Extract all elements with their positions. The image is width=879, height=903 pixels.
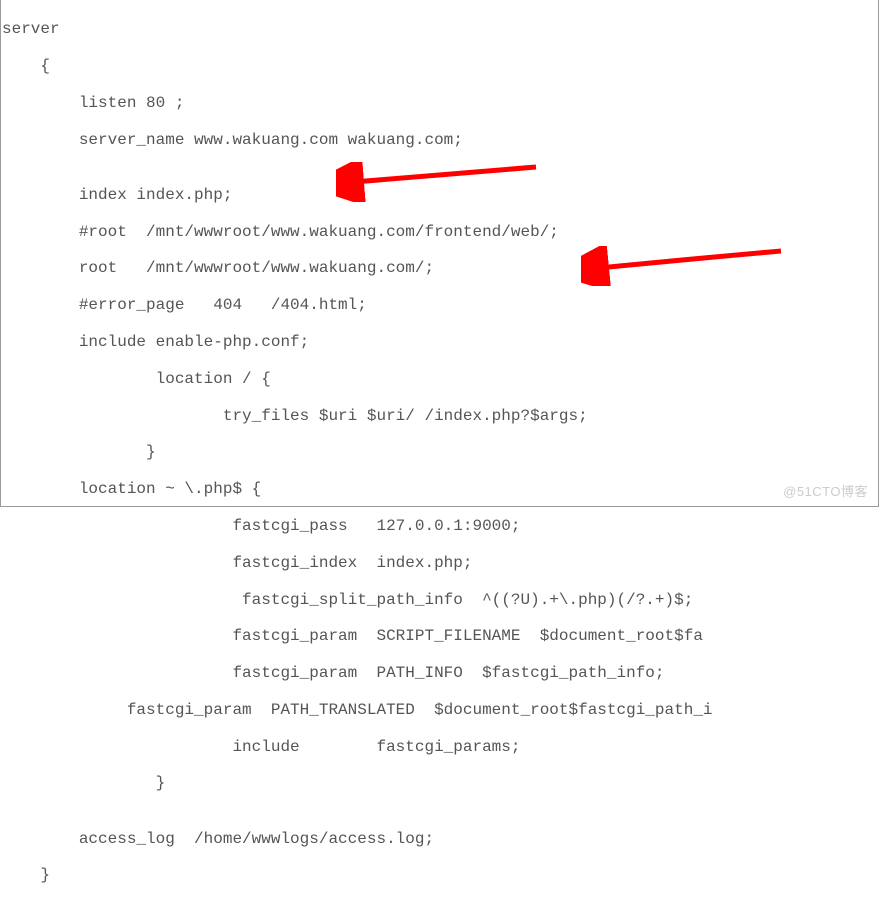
code-line: location ~ \.php$ { [2,480,877,498]
code-line: } [2,774,877,792]
code-line: try_files $uri $uri/ /index.php?$args; [2,407,877,425]
code-line: } [2,443,877,461]
code-line: include enable-php.conf; [2,333,877,351]
code-line: fastcgi_pass 127.0.0.1:9000; [2,517,877,535]
code-line: server [2,20,877,38]
code-line: fastcgi_index index.php; [2,554,877,572]
code-line: { [2,57,877,75]
code-line: fastcgi_param PATH_TRANSLATED $document_… [2,701,877,719]
code-line: fastcgi_split_path_info ^((?U).+\.php)(/… [2,591,877,609]
code-line: server_name www.wakuang.com wakuang.com; [2,131,877,149]
code-line: #error_page 404 /404.html; [2,296,877,314]
code-line: listen 80 ; [2,94,877,112]
code-line: access_log /home/wwwlogs/access.log; [2,830,877,848]
code-line: #root /mnt/wwwroot/www.wakuang.com/front… [2,223,877,241]
code-line: fastcgi_param SCRIPT_FILENAME $document_… [2,627,877,645]
code-line: root /mnt/wwwroot/www.wakuang.com/; [2,259,877,277]
watermark: @51CTO博客 [783,485,868,500]
code-line: index index.php; [2,186,877,204]
code-line: location / { [2,370,877,388]
nginx-config-code: server { listen 80 ; server_name www.wak… [1,0,878,903]
code-line: include fastcgi_params; [2,738,877,756]
code-line: fastcgi_param PATH_INFO $fastcgi_path_in… [2,664,877,682]
code-line: } [2,866,877,884]
